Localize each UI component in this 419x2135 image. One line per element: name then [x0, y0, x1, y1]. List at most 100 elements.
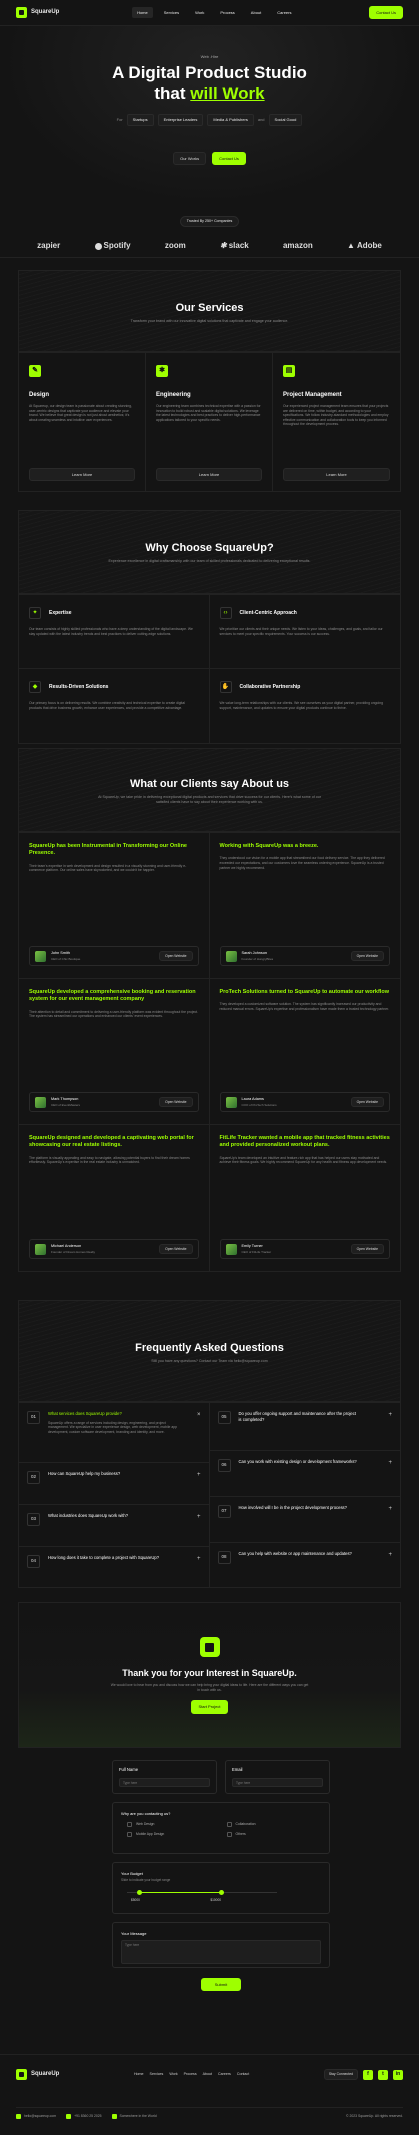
nav-link-about[interactable]: About: [246, 7, 266, 18]
testimonial-text: The platform is visually appealing and e…: [29, 1155, 190, 1165]
faq-item[interactable]: 04 How long does it take to complete a p…: [19, 1547, 209, 1587]
linkedin-icon[interactable]: in: [392, 2069, 403, 2080]
nav-link-careers[interactable]: Careers: [272, 7, 296, 18]
open-website-button[interactable]: Open Website: [159, 950, 193, 962]
faq-item[interactable]: 05 Do you offer ongoing support and main…: [209, 1403, 400, 1451]
footer-link-contact[interactable]: Contact: [237, 2072, 249, 2077]
plus-icon[interactable]: +: [197, 1471, 201, 1479]
hero-contact-button[interactable]: Contact Us: [212, 151, 246, 165]
testimonial-card: SquareUp developed a comprehensive booki…: [19, 979, 210, 1125]
facebook-icon[interactable]: f: [362, 2069, 373, 2080]
open-website-button[interactable]: Open Website: [350, 950, 384, 962]
twitter-icon[interactable]: t: [377, 2069, 388, 2080]
plus-icon[interactable]: +: [388, 1505, 392, 1513]
spotify-text: Spotify: [103, 241, 131, 251]
faq-item[interactable]: 08 Can you help with website or app main…: [210, 1543, 401, 1587]
nav-link-work[interactable]: Work: [190, 7, 209, 18]
copyright: © 2023 SquareUp. All rights reserved.: [346, 2114, 403, 2118]
why-card-text: We value long-term relationships with ou…: [219, 701, 383, 710]
why-grid: ✦ Expertise Our team consists of highly s…: [18, 594, 401, 744]
open-website-button[interactable]: Open Website: [350, 1243, 384, 1255]
checkbox-others[interactable]: Others: [226, 1832, 322, 1838]
faq-question: How can SquareUp help my business?: [48, 1471, 121, 1476]
faq-item[interactable]: 06 Can you work with existing design or …: [209, 1451, 400, 1497]
checkbox-web-design[interactable]: Web Design: [127, 1822, 222, 1828]
stay-connected-label: Stay Connected: [323, 2069, 358, 2080]
faq-item[interactable]: 03 What industries does SquareUp work wi…: [19, 1505, 209, 1547]
plus-icon[interactable]: +: [388, 1411, 392, 1419]
hero-title: A Digital Product Studio that will Work: [0, 63, 419, 104]
checkbox-icon: [226, 1832, 232, 1838]
service-card: ✱ Engineering Our engineering team combi…: [146, 353, 273, 491]
open-website-button[interactable]: Open Website: [159, 1096, 193, 1108]
nav-link-process[interactable]: Process: [215, 7, 239, 18]
budget-slider[interactable]: [127, 1888, 277, 1898]
book-icon: ▤: [283, 365, 295, 377]
why-card: ◆ Results-Driven Solutions Our primary fo…: [19, 669, 210, 743]
learn-more-button[interactable]: Learn More: [29, 467, 135, 481]
open-website-button[interactable]: Open Website: [350, 1096, 384, 1108]
testimonial-headline: SquareUp developed a comprehensive booki…: [29, 989, 196, 1003]
footer-link-process[interactable]: Process: [184, 2072, 197, 2077]
footer-phone[interactable]: +91 8360 25 2025: [66, 2114, 102, 2119]
clients-header: What our Clients say About us At SquareU…: [18, 748, 401, 832]
full-name-input[interactable]: Type here: [119, 1777, 210, 1787]
nav-link-services[interactable]: Services: [159, 7, 184, 18]
footer-link-services[interactable]: Services: [150, 2072, 164, 2077]
footer-link-careers[interactable]: Careers: [218, 2072, 231, 2077]
service-title: Project Management: [283, 392, 342, 398]
faq-question: What industries does SquareUp work with?: [48, 1513, 129, 1518]
email-input[interactable]: Type here: [232, 1777, 323, 1787]
page: SquareUp Home Services Work Process Abou…: [0, 0, 419, 2135]
testimonial-text: They understood our vision for a mobile …: [219, 856, 385, 870]
logo-icon: [16, 2069, 27, 2080]
footer-link-home[interactable]: Home: [134, 2072, 144, 2077]
message-label: Your Message: [121, 1930, 147, 1936]
open-website-button[interactable]: Open Website: [159, 1243, 193, 1255]
plus-icon[interactable]: +: [197, 1513, 201, 1521]
plus-icon[interactable]: +: [388, 1551, 392, 1559]
email-label: Email: [232, 1767, 243, 1772]
checkbox-mobile-app-design[interactable]: Mobile App Design: [127, 1832, 222, 1838]
adobe-text: Adobe: [356, 241, 382, 251]
slider-handle-min[interactable]: [136, 1890, 142, 1896]
footer-link-about[interactable]: About: [203, 2072, 212, 2077]
contact-form: Full Name Type here Email Type here Why …: [112, 1760, 330, 2028]
footer-links: Home Services Work Process About Careers…: [134, 2072, 249, 2077]
message-textarea[interactable]: Type here: [121, 1940, 321, 1965]
adobe-logo: ▲ Adobe: [347, 241, 382, 252]
faq-column-right: 05 Do you offer ongoing support and main…: [209, 1403, 401, 1587]
client-info: Michael Anderson Founder of Dream Homes R…: [29, 1239, 199, 1259]
brand-logo[interactable]: SquareUp: [16, 7, 59, 18]
audience-pill: Social Good: [268, 114, 303, 126]
checkbox-collaboration[interactable]: Collaboration: [226, 1822, 322, 1828]
faq-item[interactable]: 01 What services does SquareUp provide? S…: [19, 1403, 209, 1463]
submit-button[interactable]: Submit: [201, 1977, 241, 1992]
learn-more-button[interactable]: Learn More: [283, 467, 390, 481]
nav-contact-button[interactable]: Contact Us: [369, 5, 403, 20]
plus-icon[interactable]: +: [388, 1459, 392, 1467]
client-info: John Smith CEO of Chic Boutique Open Websi…: [29, 946, 199, 966]
trusted-tag-wrap: Trusted By 250+ Companies: [0, 216, 419, 227]
close-icon[interactable]: ×: [197, 1411, 201, 1419]
footer-logo[interactable]: SquareUp: [16, 2069, 59, 2080]
hero-title-that: that: [154, 83, 186, 103]
footer-email[interactable]: hello@squareup.com: [16, 2114, 56, 2119]
client-name: Mark Thompson: [51, 1097, 79, 1102]
slider-handle-max[interactable]: [219, 1890, 224, 1896]
learn-more-button[interactable]: Learn More: [156, 467, 262, 481]
faq-item[interactable]: 07 How involved will I be in the project…: [209, 1497, 400, 1543]
checkbox-label: Others: [235, 1832, 246, 1837]
plus-icon[interactable]: +: [197, 1555, 201, 1563]
hero-buttons: Our Works Contact Us: [0, 151, 419, 165]
footer-link-work[interactable]: Work: [169, 2072, 177, 2077]
start-project-button[interactable]: Start Project: [191, 1700, 228, 1714]
faq-item[interactable]: 02 How can SquareUp help my business? +: [19, 1463, 209, 1505]
footer-email-text: hello@squareup.com: [24, 2114, 57, 2119]
why-card-title: Results-Driven Solutions: [49, 683, 109, 690]
clients-subtitle: At SquareUp, we take pride in delivering…: [98, 794, 321, 804]
thank-you-section: Thank you for your Interest in SquareUp.…: [18, 1602, 401, 1748]
nav-link-home[interactable]: Home: [132, 6, 153, 19]
our-works-button[interactable]: Our Works: [173, 151, 207, 165]
testimonial-headline: Working with SquareUp was a breeze.: [219, 843, 319, 849]
